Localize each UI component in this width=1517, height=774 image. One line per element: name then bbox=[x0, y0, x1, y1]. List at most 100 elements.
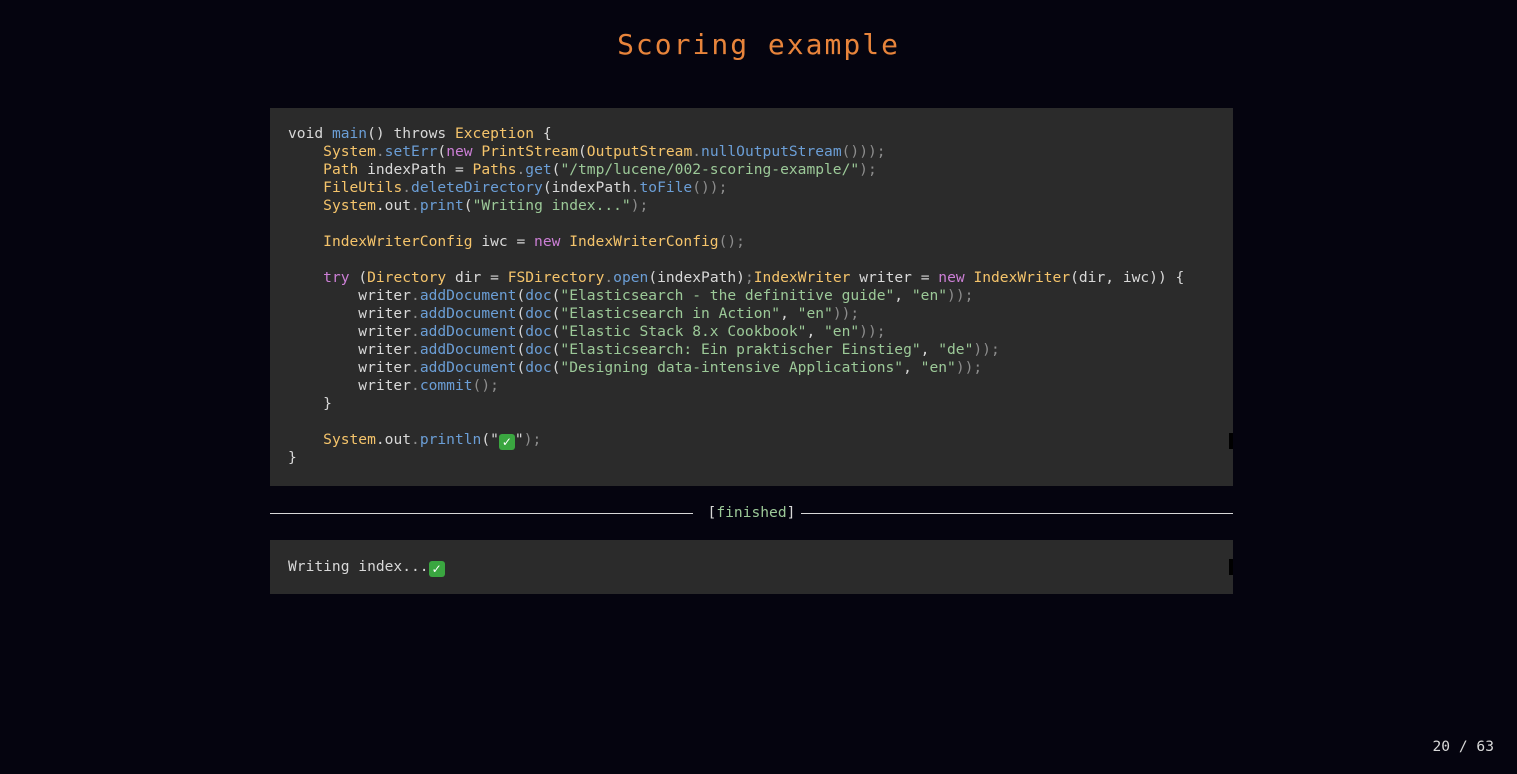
code-token: "de" bbox=[938, 341, 974, 358]
code-token: doc bbox=[525, 323, 552, 340]
code-line: } bbox=[288, 449, 1215, 467]
code-token: ; bbox=[744, 269, 754, 286]
code-line: writer.addDocument(doc("Elasticsearch in… bbox=[288, 305, 1215, 323]
code-token: writer = bbox=[850, 269, 939, 286]
code-token: ( bbox=[516, 305, 526, 322]
code-token: ); bbox=[523, 431, 542, 448]
code-token: , bbox=[780, 305, 798, 322]
code-token: "en" bbox=[797, 305, 833, 322]
code-token: "en" bbox=[911, 287, 948, 304]
code-token: . bbox=[630, 179, 640, 196]
code-token: . bbox=[411, 431, 420, 448]
code-token: IndexWriterConfig bbox=[569, 233, 719, 250]
code-token: . bbox=[516, 161, 526, 178]
code-token: (" bbox=[481, 431, 499, 448]
code-token: )); bbox=[973, 341, 1000, 358]
code-token: . bbox=[411, 377, 420, 394]
code-token: Path bbox=[323, 161, 359, 178]
code-token: ( bbox=[578, 143, 587, 160]
code-token: (indexPath) bbox=[648, 269, 745, 286]
code-token: deleteDirectory bbox=[411, 179, 543, 196]
output-block[interactable]: Writing index... ✓ bbox=[270, 540, 1233, 594]
code-token: )); bbox=[947, 287, 974, 304]
code-line: void main() throws Exception { bbox=[288, 125, 1215, 143]
code-token: "Writing index..." bbox=[472, 197, 631, 214]
code-token: OutputStream bbox=[586, 143, 693, 160]
code-line: System.out.println(" ✓ "); bbox=[288, 431, 1215, 450]
slide-title: Scoring example bbox=[617, 28, 900, 61]
status-text: finished bbox=[716, 504, 787, 521]
white-check-mark-icon: ✓ bbox=[498, 434, 515, 450]
code-token: doc bbox=[525, 287, 552, 304]
code-token: . bbox=[411, 323, 420, 340]
code-token: ( bbox=[516, 341, 526, 358]
code-block-cursor bbox=[1229, 433, 1233, 449]
code-block[interactable]: void main() throws Exception { System. se… bbox=[270, 108, 1233, 486]
code-line: System.out.print("Writing index..."); bbox=[288, 197, 1215, 215]
code-token: writer bbox=[288, 305, 412, 322]
code-token: ( bbox=[437, 143, 447, 160]
code-token: nullOutputStream bbox=[701, 143, 842, 160]
code-token: new bbox=[938, 269, 974, 286]
code-token: new bbox=[446, 143, 482, 160]
code-token: . bbox=[692, 143, 702, 160]
code-token: addDocument bbox=[419, 323, 517, 340]
code-token: "Elasticsearch - the definitive guide" bbox=[560, 287, 895, 304]
code-line: try (Directory dir = FSDirectory.open(in… bbox=[288, 269, 1215, 287]
code-token: System bbox=[323, 143, 376, 160]
code-token: print bbox=[419, 197, 464, 214]
code-token: println bbox=[419, 431, 482, 448]
code-token: . bbox=[402, 179, 412, 196]
code-token: . bbox=[411, 197, 420, 214]
code-token: . bbox=[411, 305, 420, 322]
code-token: { bbox=[534, 125, 552, 142]
code-token: Directory bbox=[367, 269, 447, 286]
code-token: , bbox=[806, 323, 825, 340]
code-token: ( bbox=[516, 323, 526, 340]
code-line: System.setErr(new PrintStream(OutputStre… bbox=[288, 143, 1215, 161]
code-token: System bbox=[323, 197, 376, 214]
code-token: ( bbox=[358, 269, 368, 286]
code-token: . bbox=[411, 287, 420, 304]
code-token: PrintStream bbox=[481, 143, 578, 160]
code-token: doc bbox=[525, 341, 552, 358]
code-token: FileUtils bbox=[323, 179, 403, 196]
output-text: Writing index... bbox=[288, 558, 429, 575]
code-token: addDocument bbox=[419, 359, 517, 376]
execution-divider: [finished] bbox=[270, 503, 1233, 523]
code-token: } bbox=[288, 395, 332, 412]
code-token: FSDirectory bbox=[507, 269, 605, 286]
code-token: " bbox=[514, 431, 524, 448]
code-token: main bbox=[331, 125, 368, 142]
code-lines: void main() throws Exception { System. se… bbox=[288, 125, 1215, 467]
code-token: , bbox=[894, 287, 912, 304]
code-token: setErr bbox=[384, 143, 438, 160]
code-token: , bbox=[903, 359, 921, 376]
code-token: IndexWriter bbox=[973, 269, 1071, 286]
code-line: } bbox=[288, 395, 1215, 413]
code-line: writer.addDocument(doc("Elasticsearch: E… bbox=[288, 341, 1215, 359]
code-token: writer bbox=[288, 377, 412, 394]
code-line: FileUtils.deleteDirectory(indexPath.toFi… bbox=[288, 179, 1215, 197]
code-token: try bbox=[323, 269, 359, 286]
code-token: writer bbox=[288, 323, 412, 340]
code-token: . bbox=[604, 269, 614, 286]
code-token: , bbox=[920, 341, 939, 358]
code-token: addDocument bbox=[419, 305, 517, 322]
code-token: Exception bbox=[454, 125, 535, 142]
code-token: () bbox=[367, 125, 394, 142]
code-line: writer.addDocument(doc("Elasticsearch - … bbox=[288, 287, 1215, 305]
code-token: System bbox=[323, 431, 376, 448]
code-token: (indexPath bbox=[542, 179, 631, 196]
code-token: toFile bbox=[639, 179, 693, 196]
code-token: ( bbox=[463, 197, 473, 214]
code-token: writer bbox=[288, 359, 412, 376]
code-token: "Elastic Stack 8.x Cookbook" bbox=[560, 323, 807, 340]
code-token: addDocument bbox=[419, 341, 517, 358]
